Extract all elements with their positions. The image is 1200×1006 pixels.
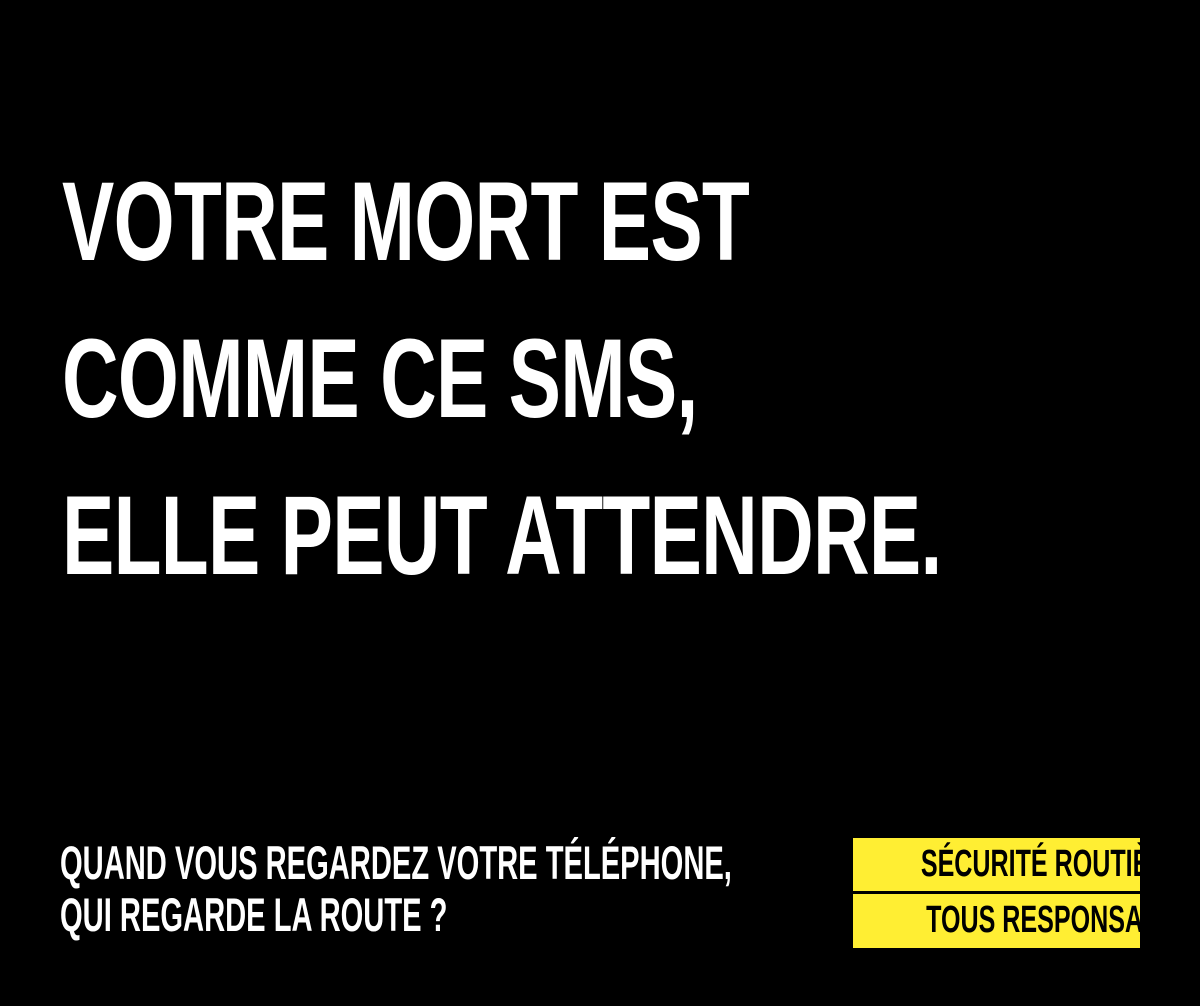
headline-line-1: VOTRE MORT EST <box>62 159 750 284</box>
headline: VOTRE MORT EST COMME CE SMS, ELLE PEUT A… <box>62 143 942 614</box>
headline-line-2: COMME CE SMS, <box>62 316 698 441</box>
headline-line-3: ELLE PEUT ATTENDRE. <box>62 473 942 598</box>
brand-name-text: SÉCURITÉ ROUTIÈRE <box>920 843 1185 885</box>
tagline-line-2: QUI REGARDE LA ROUTE ? <box>60 888 448 941</box>
brand-slogan: TOUS RESPONSABLES <box>853 894 1200 947</box>
road-safety-poster: VOTRE MORT EST COMME CE SMS, ELLE PEUT A… <box>0 0 1200 1006</box>
brand-name: SÉCURITÉ ROUTIÈRE <box>853 838 1184 891</box>
tagline: QUAND VOUS REGARDEZ VOTRE TÉLÉPHONE, QUI… <box>60 837 732 941</box>
brand-slogan-text: TOUS RESPONSABLES <box>926 899 1200 941</box>
securite-routiere-logo: SÉCURITÉ ROUTIÈRE TOUS RESPONSABLES <box>853 838 1200 948</box>
tagline-line-1: QUAND VOUS REGARDEZ VOTRE TÉLÉPHONE, <box>60 836 732 889</box>
